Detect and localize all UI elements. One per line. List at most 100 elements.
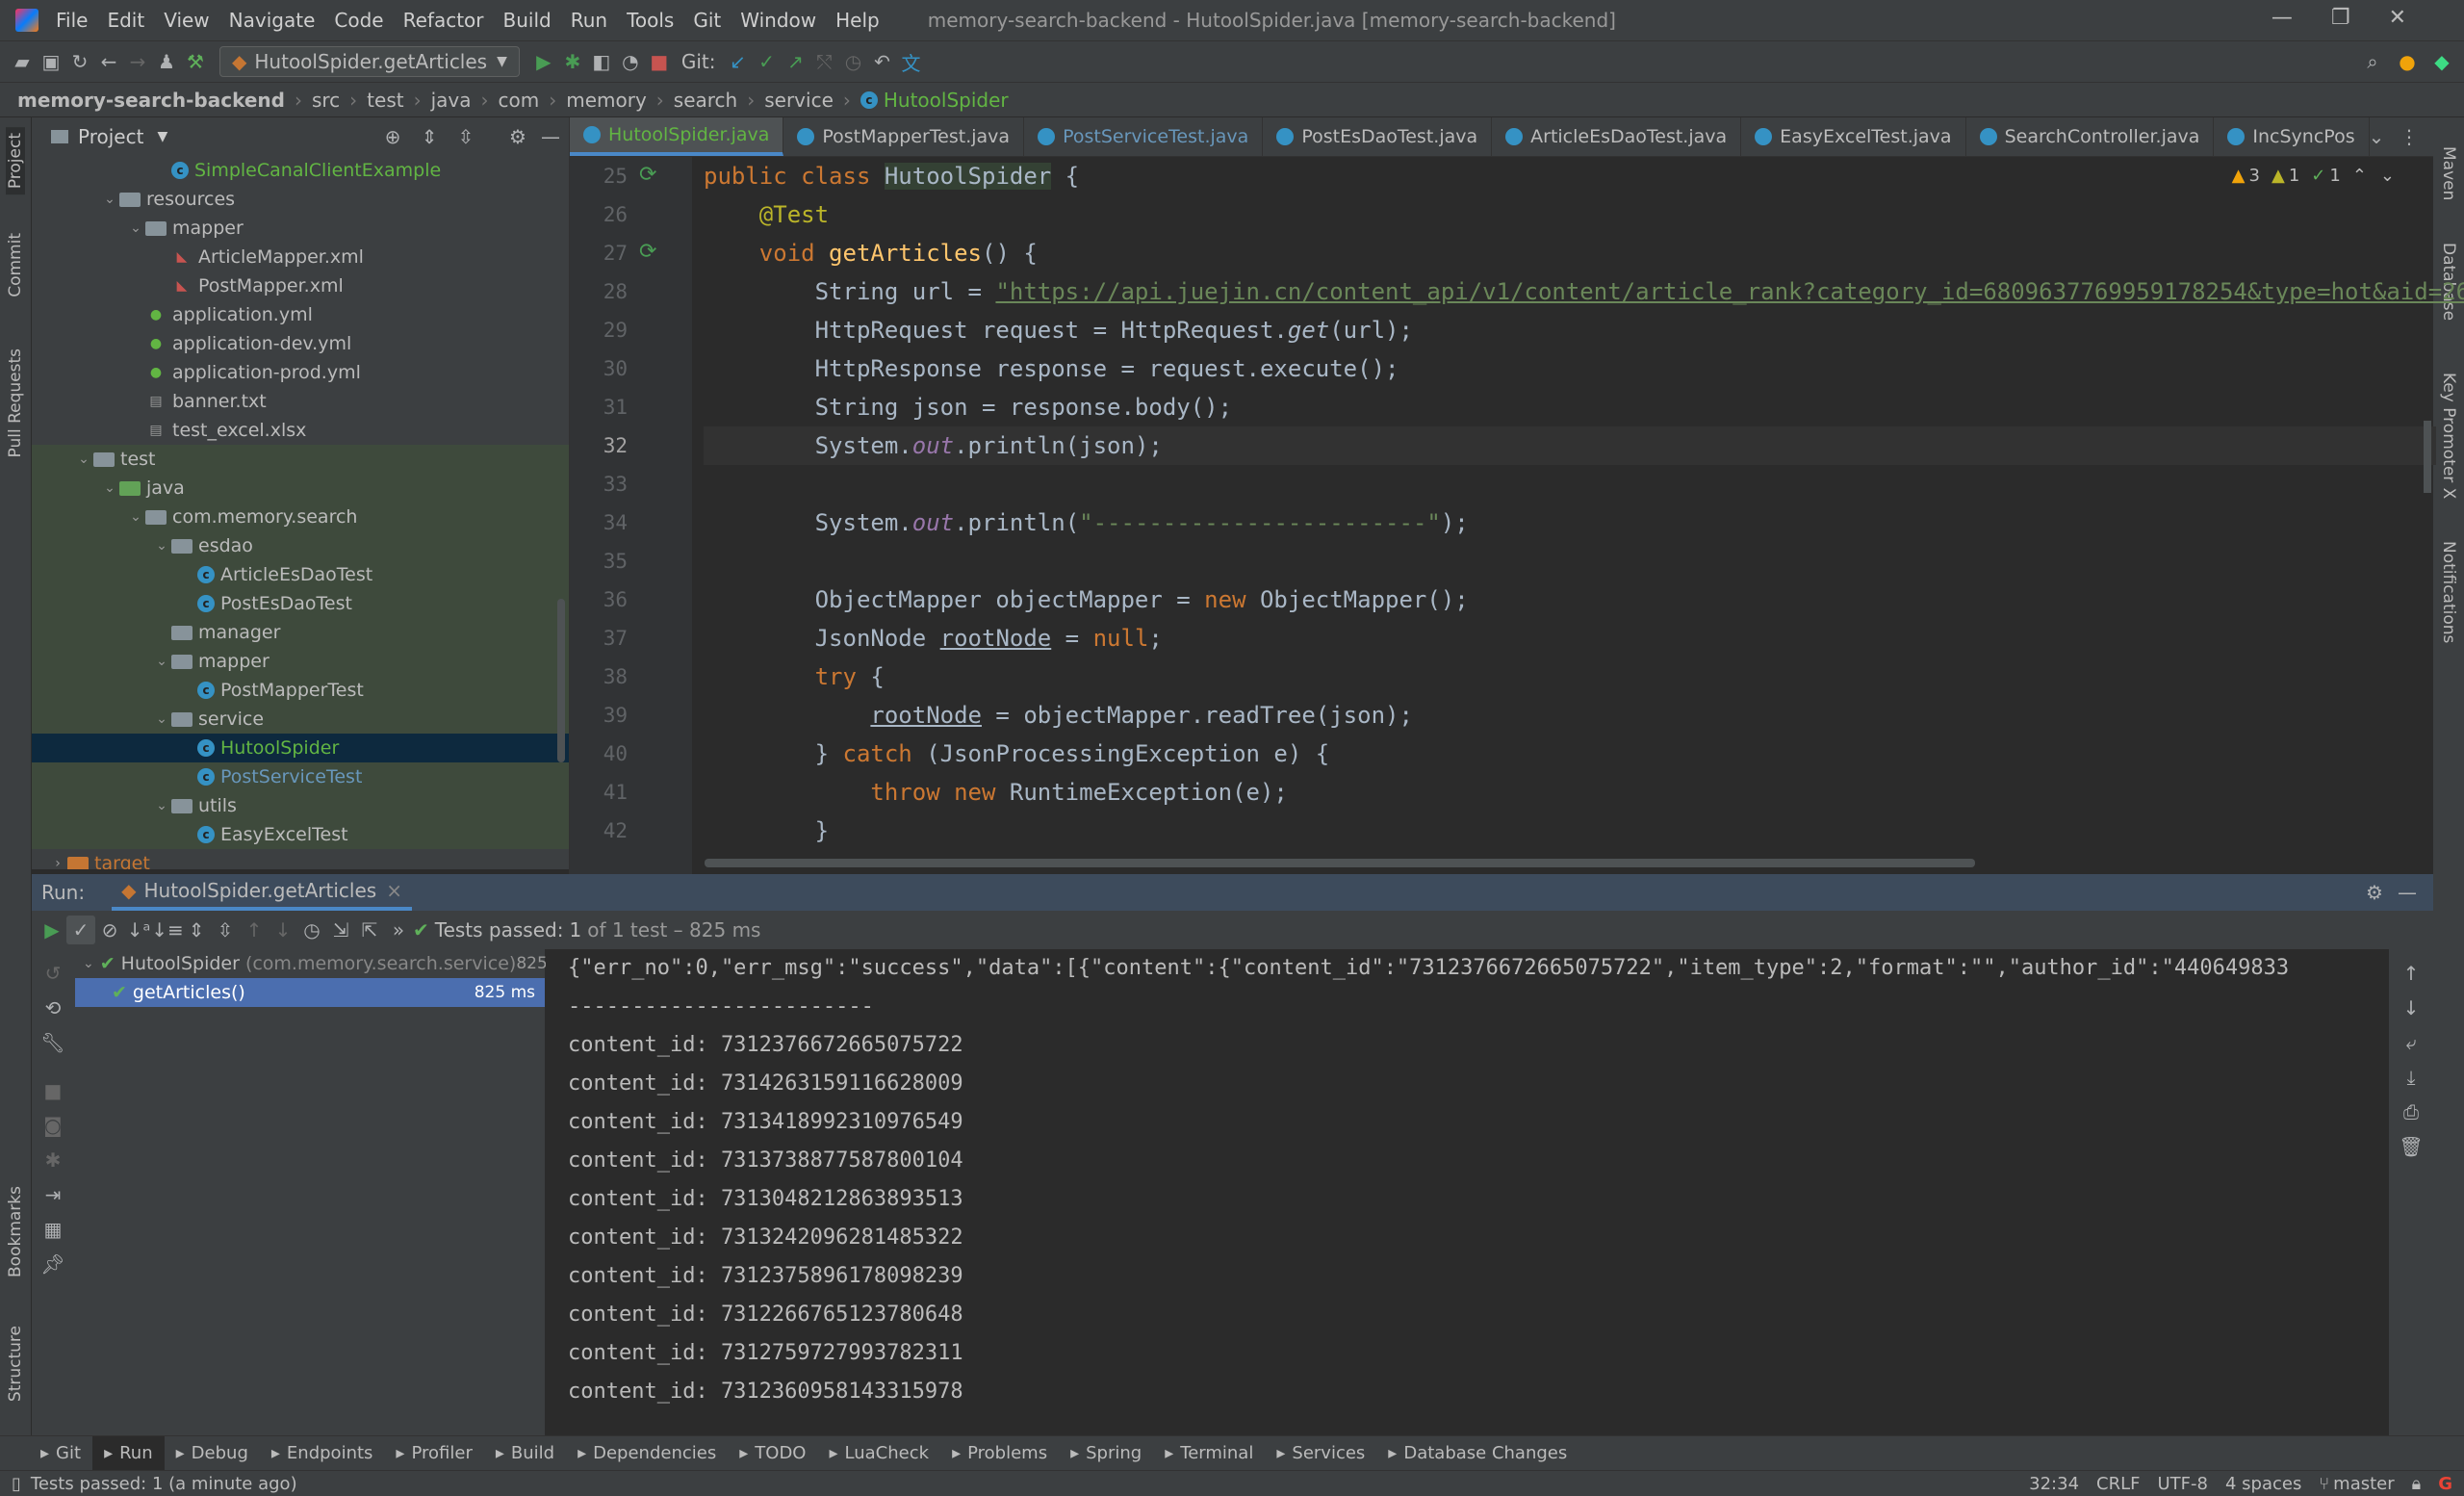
tab-hutoolspider-java[interactable]: HutoolSpider.java xyxy=(570,117,784,156)
forward-icon[interactable]: → xyxy=(123,47,152,76)
tree-item[interactable]: ⌄ resources xyxy=(32,185,569,214)
lock-icon[interactable]: 🔒︎ xyxy=(2412,1474,2422,1494)
tool-window-todo[interactable]: ▸ TODO xyxy=(728,1436,817,1471)
rollback-icon[interactable]: ↶ xyxy=(868,47,897,76)
file-encoding[interactable]: UTF-8 xyxy=(2158,1474,2208,1494)
indent-setting[interactable]: 4 spaces xyxy=(2225,1474,2301,1494)
tree-item[interactable]: ● application-prod.yml xyxy=(32,358,569,387)
caret-position[interactable]: 32:34 xyxy=(2029,1474,2079,1494)
chevron-down-icon[interactable]: ⌄ xyxy=(100,480,119,496)
sort-duration-icon[interactable]: ↓≡ xyxy=(151,916,184,944)
camera-icon[interactable]: ◙ xyxy=(38,1111,67,1140)
test-suite-row[interactable]: ⌄ ✔ HutoolSpider (com.memory.search.serv… xyxy=(75,949,578,978)
tree-item[interactable]: ⌄ esdao xyxy=(32,531,569,560)
tree-item[interactable]: ⌄ java xyxy=(32,474,569,503)
tab-postservicetest-java[interactable]: PostServiceTest.java xyxy=(1024,117,1264,156)
history-icon[interactable]: ◷ xyxy=(839,47,868,76)
tree-item[interactable]: c EasyExcelTest xyxy=(32,820,569,849)
tool-tab-maven[interactable]: Maven xyxy=(2439,146,2458,200)
menu-git[interactable]: Git xyxy=(693,9,721,32)
tab-easyexceltest-java[interactable]: EasyExcelTest.java xyxy=(1741,117,1966,156)
tool-tab-pull-requests[interactable]: Pull Requests xyxy=(6,348,25,458)
tool-window-problems[interactable]: ▸ Problems xyxy=(940,1436,1059,1471)
tree-item[interactable]: ⌄ mapper xyxy=(32,214,569,243)
soft-wrap-icon[interactable]: ⤶ xyxy=(2397,1028,2426,1057)
stop-icon[interactable]: ■ xyxy=(645,47,674,76)
status-panel-icon[interactable]: ▯ xyxy=(12,1474,21,1494)
debug-icon[interactable]: ✱ xyxy=(38,1146,67,1174)
rerun-failed-icon[interactable]: ↺ xyxy=(38,959,67,988)
breadcrumb-item[interactable]: java xyxy=(431,89,472,112)
test-case-row[interactable]: ✔ getArticles() 825 ms xyxy=(75,978,545,1007)
hide-icon[interactable]: — xyxy=(536,122,565,151)
gear-icon[interactable]: ⚙ xyxy=(503,122,532,151)
editor-h-scrollbar[interactable] xyxy=(705,859,1975,867)
tree-item[interactable]: ◣ PostMapper.xml xyxy=(32,271,569,300)
tree-item[interactable]: c PostMapperTest xyxy=(32,676,569,705)
tab-postmappertest-java[interactable]: PostMapperTest.java xyxy=(783,117,1025,156)
tool-window-dependencies[interactable]: ▸ Dependencies xyxy=(566,1436,728,1471)
git-branch[interactable]: ⑂ master xyxy=(2319,1474,2394,1494)
stop-icon[interactable]: ■ xyxy=(38,1076,67,1105)
tool-tab-bookmarks[interactable]: Bookmarks xyxy=(6,1186,25,1277)
hide-icon[interactable]: — xyxy=(2393,878,2422,907)
wrench-icon[interactable]: 🔧︎ xyxy=(38,1028,67,1057)
tree-item[interactable]: ◣ ArticleMapper.xml xyxy=(32,243,569,271)
git-merge-icon[interactable]: ⤲ xyxy=(810,47,839,76)
window-controls[interactable]: —❐✕ xyxy=(2272,6,2445,30)
tool-window-database-changes[interactable]: ▸ Database Changes xyxy=(1376,1436,1578,1471)
collapse-all-icon[interactable]: ⇕ xyxy=(415,122,444,151)
menu-build[interactable]: Build xyxy=(503,9,552,32)
import-tests-icon[interactable]: ⇲ xyxy=(326,916,355,944)
menu-run[interactable]: Run xyxy=(571,9,607,32)
run-gutter-icon[interactable]: ⟳ xyxy=(639,163,656,187)
tree-item[interactable]: ⌄ mapper xyxy=(32,647,569,676)
locate-icon[interactable]: ⊕ xyxy=(378,122,407,151)
expand-icon[interactable]: ⇳ xyxy=(451,122,480,151)
chevron-right-icon[interactable]: › xyxy=(48,856,67,869)
profile-icon[interactable]: ◔ xyxy=(616,47,645,76)
debug-icon[interactable]: ✱ xyxy=(558,47,587,76)
chevron-down-icon[interactable]: ⌄ xyxy=(152,711,171,727)
console-output[interactable]: {"err_no":0,"err_msg":"success","data":[… xyxy=(546,949,2389,1435)
back-icon[interactable]: ← xyxy=(94,47,123,76)
tree-item[interactable]: ▤ test_excel.xlsx xyxy=(32,416,569,445)
exit-icon[interactable]: ⇥ xyxy=(38,1180,67,1209)
tool-window-debug[interactable]: ▸ Debug xyxy=(165,1436,260,1471)
breadcrumb-item[interactable]: HutoolSpider xyxy=(884,89,1009,112)
run-icon[interactable]: ▶ xyxy=(529,47,558,76)
breadcrumb-item[interactable]: search xyxy=(674,89,737,112)
tree-item[interactable]: c PostEsDaoTest xyxy=(32,589,569,618)
tree-item[interactable]: ● application.yml xyxy=(32,300,569,329)
coverage-icon[interactable]: ◧ xyxy=(587,47,616,76)
chevron-down-icon[interactable]: ▼ xyxy=(157,129,167,144)
tree-item[interactable]: ⌄ com.memory.search xyxy=(32,503,569,531)
menu-help[interactable]: Help xyxy=(835,9,880,32)
editor-v-scrollbar[interactable] xyxy=(2424,421,2431,493)
chevron-down-icon[interactable]: ⌄ xyxy=(83,956,94,971)
expand-all-icon[interactable]: ⇕ xyxy=(182,916,211,944)
tab-articleesdaotest-java[interactable]: ArticleEsDaoTest.java xyxy=(1492,117,1742,156)
gear-icon[interactable]: ⚙ xyxy=(2360,878,2389,907)
tabs-chevron-down-icon[interactable]: ⌄ xyxy=(2362,122,2391,151)
tool-window-luacheck[interactable]: ▸ LuaCheck xyxy=(817,1436,940,1471)
tool-window-profiler[interactable]: ▸ Profiler xyxy=(384,1436,483,1471)
menu-tools[interactable]: Tools xyxy=(627,9,674,32)
tool-window-services[interactable]: ▸ Services xyxy=(1265,1436,1376,1471)
tool-tab-key-promoter[interactable]: Key Promoter X xyxy=(2439,373,2458,499)
menu-navigate[interactable]: Navigate xyxy=(229,9,316,32)
close-icon[interactable]: × xyxy=(386,879,402,902)
menu-edit[interactable]: Edit xyxy=(107,9,144,32)
chevron-down-icon[interactable]: ⌄ xyxy=(126,509,145,525)
menu-refactor[interactable]: Refactor xyxy=(403,9,484,32)
tool-window-endpoints[interactable]: ▸ Endpoints xyxy=(260,1436,385,1471)
search-icon[interactable]: ⌕ xyxy=(2358,47,2387,76)
more-icon[interactable]: ⋮ xyxy=(2395,122,2424,151)
open-folder-icon[interactable]: ▰ xyxy=(8,47,37,76)
tab-postesdaotest-java[interactable]: PostEsDaoTest.java xyxy=(1263,117,1493,156)
tree-item[interactable]: c SimpleCanalClientExample xyxy=(32,156,569,185)
tree-item[interactable]: c ArticleEsDaoTest xyxy=(32,560,569,589)
prev-highlight-icon[interactable]: ⌃ xyxy=(2352,166,2367,186)
translate-icon[interactable]: 文 xyxy=(897,47,926,76)
scroll-down-icon[interactable]: ↓ xyxy=(2397,993,2426,1022)
